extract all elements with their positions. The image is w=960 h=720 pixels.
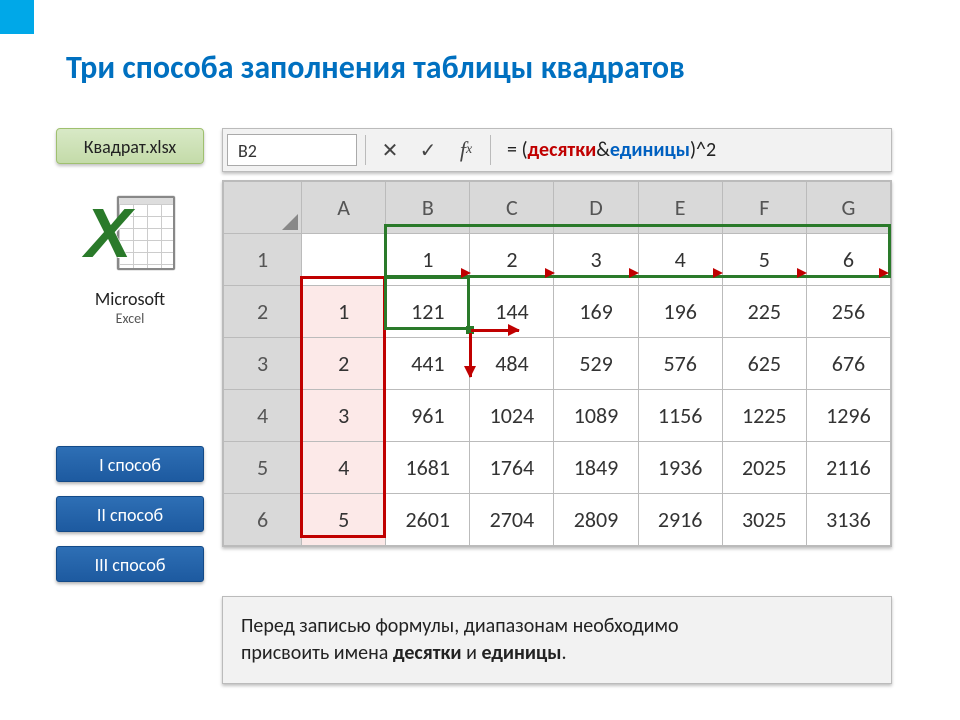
confirm-icon[interactable]: ✓ (412, 136, 444, 164)
formula-tail: )^2 (690, 138, 716, 162)
method-3-button[interactable]: III способ (56, 546, 204, 582)
excel-icon: X (85, 190, 175, 280)
grid-table[interactable]: A B C D E F G 1 1 2 3 4 5 6 2 1 121 144 … (223, 181, 891, 546)
cell[interactable]: 3025 (722, 494, 806, 546)
fx-buttons: ✕ ✓ fx (374, 136, 482, 164)
page-title: Три способа заполнения таблицы квадратов (66, 48, 685, 87)
row-header[interactable]: 2 (224, 286, 302, 338)
col-header[interactable]: B (386, 182, 470, 234)
formula-eq: = ( (507, 138, 528, 162)
row-header[interactable]: 1 (224, 234, 302, 286)
cell[interactable]: 3 (554, 234, 638, 286)
row-header[interactable]: 5 (224, 442, 302, 494)
cell[interactable]: 169 (554, 286, 638, 338)
cell[interactable]: 2601 (386, 494, 470, 546)
cell[interactable]: 5 (302, 494, 386, 546)
cell[interactable]: 2 (470, 234, 554, 286)
cell[interactable]: 4 (302, 442, 386, 494)
cell[interactable]: 225 (722, 286, 806, 338)
select-all-corner[interactable] (224, 182, 302, 234)
note-text: . (562, 641, 567, 665)
formula-red: десятки (528, 138, 597, 162)
cell[interactable]: 3136 (806, 494, 890, 546)
cell[interactable]: 1849 (554, 442, 638, 494)
method-2-button[interactable]: II способ (56, 496, 204, 532)
fx-icon[interactable]: fx (450, 136, 482, 164)
note-bold: десятки (393, 641, 462, 665)
cell[interactable]: 2116 (806, 442, 890, 494)
note-text: присвоить имена (241, 641, 393, 665)
note-bold: единицы (481, 641, 561, 665)
col-header[interactable]: E (638, 182, 722, 234)
cell[interactable]: 2025 (722, 442, 806, 494)
cell[interactable]: 625 (722, 338, 806, 390)
cell[interactable]: 2704 (470, 494, 554, 546)
col-header[interactable]: G (806, 182, 890, 234)
cell[interactable]: 2809 (554, 494, 638, 546)
cell[interactable]: 676 (806, 338, 890, 390)
file-chip[interactable]: Квадрат.xlsx (56, 128, 204, 164)
app-sub: Excel (56, 310, 204, 327)
cell[interactable]: 121 (386, 286, 470, 338)
cancel-icon[interactable]: ✕ (374, 136, 406, 164)
cell[interactable]: 484 (470, 338, 554, 390)
note-text: и (462, 641, 482, 665)
cell[interactable]: 1024 (470, 390, 554, 442)
cell[interactable]: 256 (806, 286, 890, 338)
name-box[interactable]: B2 (227, 134, 357, 166)
row-header[interactable]: 6 (224, 494, 302, 546)
formula-amp: & (596, 138, 610, 162)
cell[interactable]: 2 (302, 338, 386, 390)
row-header[interactable]: 4 (224, 390, 302, 442)
app-name: Microsoft (56, 288, 204, 310)
col-header[interactable]: C (470, 182, 554, 234)
formula-blue: единицы (610, 138, 690, 162)
cell[interactable]: 441 (386, 338, 470, 390)
cell[interactable]: 144 (470, 286, 554, 338)
cell[interactable]: 1681 (386, 442, 470, 494)
cell[interactable]: 1089 (554, 390, 638, 442)
cell[interactable]: 1156 (638, 390, 722, 442)
cell[interactable]: 1 (386, 234, 470, 286)
cell[interactable] (302, 234, 386, 286)
cell[interactable]: 6 (806, 234, 890, 286)
accent-corner (0, 0, 34, 34)
app-block: X Microsoft Excel (56, 190, 204, 327)
cell[interactable]: 1 (302, 286, 386, 338)
cell[interactable]: 4 (638, 234, 722, 286)
cell[interactable]: 1936 (638, 442, 722, 494)
cell[interactable]: 576 (638, 338, 722, 390)
cell[interactable]: 5 (722, 234, 806, 286)
cell[interactable]: 1764 (470, 442, 554, 494)
cell[interactable]: 529 (554, 338, 638, 390)
col-header[interactable]: D (554, 182, 638, 234)
cell[interactable]: 2916 (638, 494, 722, 546)
row-header[interactable]: 3 (224, 338, 302, 390)
col-header[interactable]: F (722, 182, 806, 234)
formula-bar: B2 ✕ ✓ fx = ( десятки & единицы )^2 (222, 128, 892, 172)
cell[interactable]: 3 (302, 390, 386, 442)
cell[interactable]: 196 (638, 286, 722, 338)
method-1-button[interactable]: I способ (56, 446, 204, 482)
note-text: Перед записью формулы, диапазонам необхо… (241, 614, 679, 638)
spreadsheet: A B C D E F G 1 1 2 3 4 5 6 2 1 121 144 … (222, 180, 892, 547)
col-header[interactable]: A (302, 182, 386, 234)
cell[interactable]: 1225 (722, 390, 806, 442)
formula-input[interactable]: = ( десятки & единицы )^2 (499, 134, 887, 166)
cell[interactable]: 961 (386, 390, 470, 442)
note-box: Перед записью формулы, диапазонам необхо… (222, 596, 892, 684)
cell[interactable]: 1296 (806, 390, 890, 442)
